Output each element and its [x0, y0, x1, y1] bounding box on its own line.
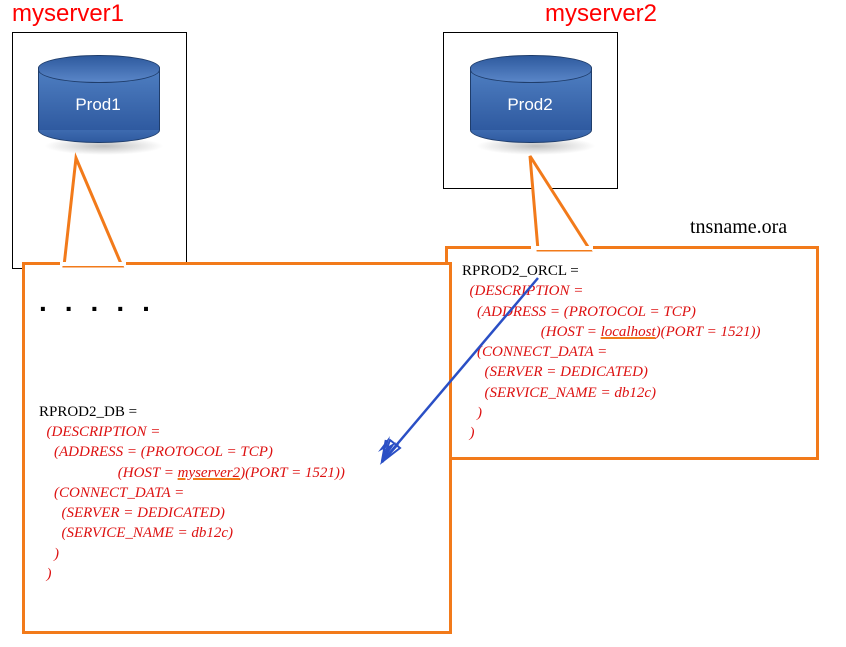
callout-left-tail-mask	[60, 262, 126, 266]
tns-left-name: RPROD2_DB =	[39, 404, 137, 420]
tns-left-close1: )	[39, 546, 59, 562]
tns-left-host: myserver2	[178, 465, 240, 481]
tns-right-addr2b: )(PORT = 1521))	[656, 324, 761, 340]
callout-right-tail-mask	[531, 246, 593, 250]
callout-right-tail-icon	[520, 152, 630, 252]
file-label: tnsname.ora	[690, 216, 787, 239]
tns-right-host: localhost	[601, 324, 656, 340]
server1-db-icon: Prod1	[38, 55, 158, 143]
tns-left-svc: (SERVICE_NAME = db12c)	[39, 525, 233, 541]
server1-title: myserver1	[12, 0, 124, 28]
ellipsis: .....	[39, 286, 168, 317]
tns-left-server: (SERVER = DEDICATED)	[39, 505, 225, 521]
server2-title: myserver2	[545, 0, 657, 28]
tns-left-addr1: (ADDRESS = (PROTOCOL = TCP)	[39, 444, 273, 460]
arrow-icon	[360, 270, 560, 480]
server1-db-label: Prod1	[38, 95, 158, 115]
tns-left-addr2a: (HOST =	[39, 465, 178, 481]
server2-db-label: Prod2	[470, 95, 590, 115]
tns-left-desc: (DESCRIPTION =	[39, 424, 160, 440]
callout-left-tail-icon	[58, 154, 158, 270]
tns-left-addr2b: )(PORT = 1521))	[240, 465, 345, 481]
tns-left-cdata: (CONNECT_DATA =	[39, 485, 184, 501]
tns-left-close2: )	[39, 566, 52, 582]
server2-db-icon: Prod2	[470, 55, 590, 143]
